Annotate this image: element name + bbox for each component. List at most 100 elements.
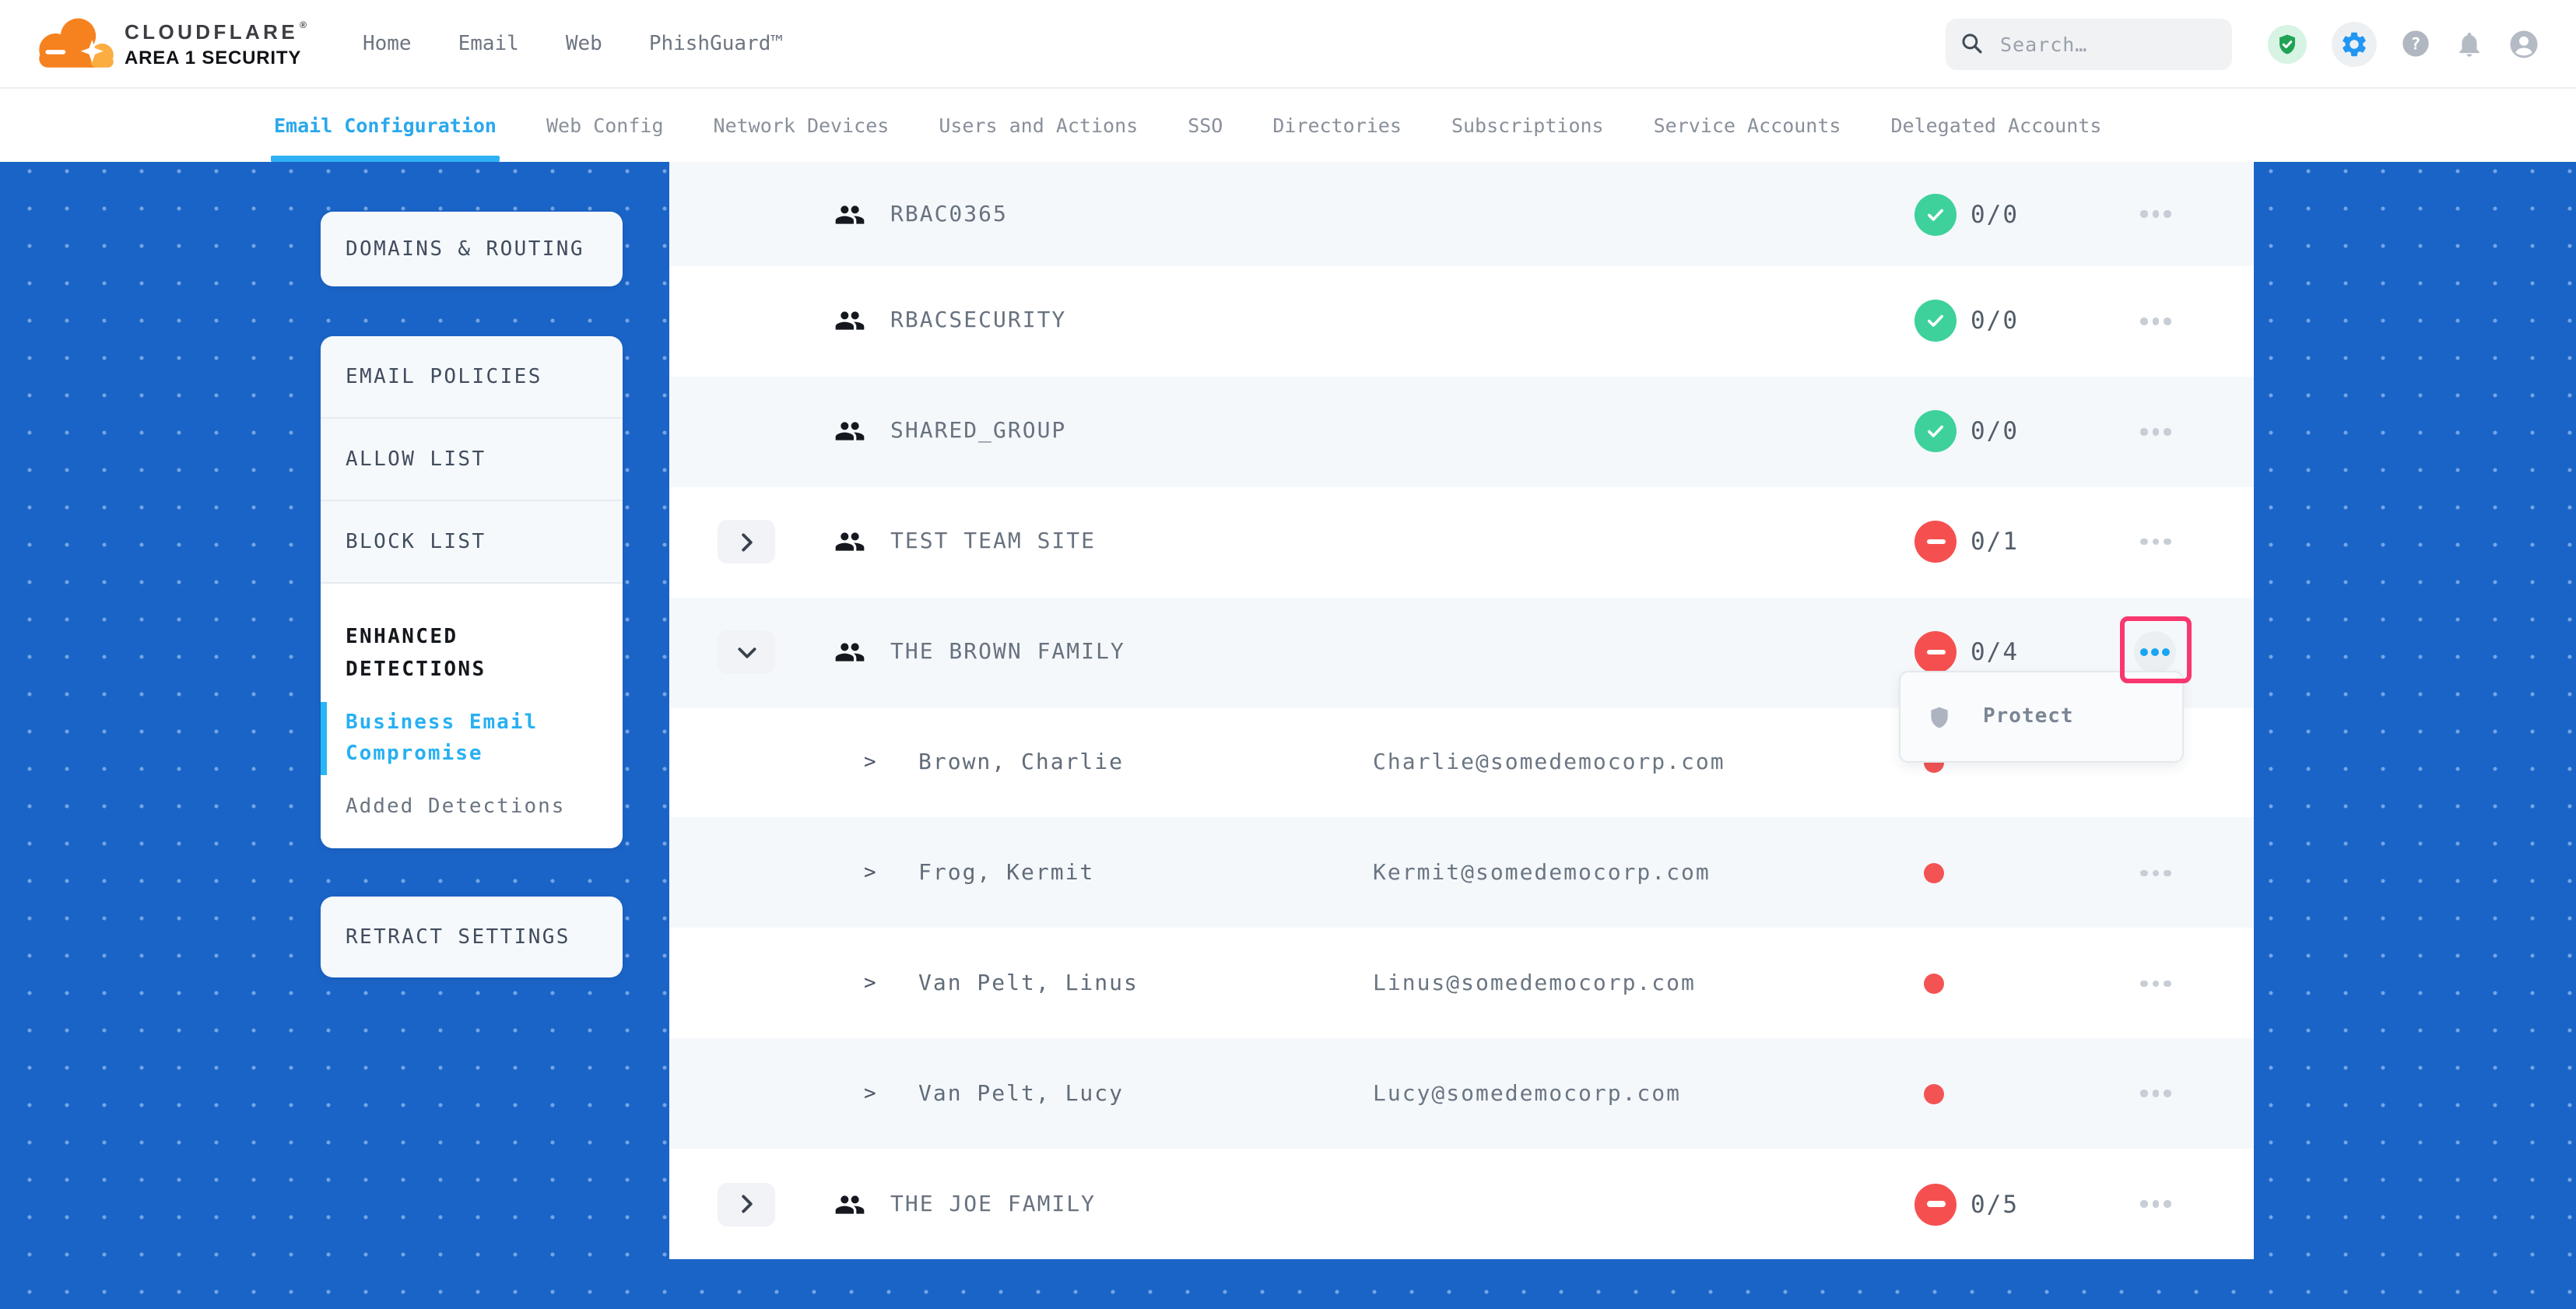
status-alert-dot [1924,863,1944,883]
tab-network-devices[interactable]: Network Devices [714,87,890,162]
sidebar-card-retract-settings: RETRACT SETTINGS [321,897,623,977]
group-name: THE JOE FAMILY [890,1191,1096,1216]
sidebar-item-allow-list[interactable]: ALLOW LIST [321,419,623,501]
sidebar-card-email-policies: EMAIL POLICIES ALLOW LIST BLOCK LIST ENH… [321,336,623,848]
group-row: THE JOE FAMILY 0/5 [669,1149,2254,1259]
group-icon [834,416,865,447]
member-name: Brown, Charlie [918,750,1124,775]
row-menu-button[interactable] [2126,1174,2185,1234]
cloudflare-logo[interactable]: CLOUDFLARE® AREA 1 SECURITY [0,17,307,70]
search-icon [1961,33,1983,54]
member-count: 0/5 [1971,1190,2019,1218]
user-avatar-icon[interactable] [2508,27,2540,60]
expand-button[interactable] [718,630,775,674]
member-count: 0/0 [1971,418,2019,446]
group-icon [834,306,865,337]
row-menu-button[interactable] [2126,954,2185,1013]
sidebar-item-business-email-compromise[interactable]: Business Email Compromise [346,708,598,769]
tab-service-accounts[interactable]: Service Accounts [1654,87,1841,162]
brand-subtitle: AREA 1 SECURITY [125,47,307,66]
status-ok-icon [1914,411,1957,453]
help-icon[interactable]: ? [2400,28,2431,59]
top-nav-web[interactable]: Web [566,32,602,55]
shield-check-icon[interactable] [2268,24,2307,63]
row-menu-button[interactable] [2126,292,2185,351]
row-menu-button[interactable] [2126,402,2185,461]
sidebar-item-email-policies[interactable]: EMAIL POLICIES [321,336,623,419]
tab-bar: Email Configuration Web Config Network Dev… [0,87,2576,162]
sidebar-item-retract-settings[interactable]: RETRACT SETTINGS [321,897,623,977]
member-row: >Van Pelt, LinusLinus@somedemocorp.com [669,928,2254,1039]
row-menu-button[interactable] [2134,631,2176,673]
expand-button[interactable] [718,520,775,563]
app-root: CLOUDFLARE® AREA 1 SECURITY Home Email Web… [0,0,2576,1309]
sidebar-item-domains-routing[interactable]: DOMAINS & ROUTING [321,212,623,286]
tab-web-config[interactable]: Web Config [546,87,664,162]
svg-text:?: ? [2410,35,2420,54]
top-header: CLOUDFLARE® AREA 1 SECURITY Home Email Web… [0,0,2576,89]
protect-menu-item[interactable]: Protect [1900,672,2182,761]
sidebar-item-added-detections[interactable]: Added Detections [346,792,598,823]
status-ok-icon [1914,300,1957,342]
status-ok-icon [1914,193,1957,235]
group-name: THE BROWN FAMILY [890,640,1125,665]
cloudflare-cloud-icon [33,17,114,70]
top-nav-phishguard[interactable]: PhishGuard™ [649,32,783,55]
row-menu-button[interactable] [2126,844,2185,903]
top-nav-home[interactable]: Home [363,32,412,55]
sidebar-card-domains-routing: DOMAINS & ROUTING [321,212,623,286]
member-chevron-icon[interactable]: > [864,751,876,774]
shield-icon [1927,704,1952,729]
member-chevron-icon[interactable]: > [864,972,876,995]
status-blocked-icon [1914,1183,1957,1225]
group-icon [834,526,865,557]
expand-button[interactable] [718,1182,775,1226]
member-name: Van Pelt, Linus [918,971,1139,996]
member-email: Kermit@somedemocorp.com [1373,861,1711,886]
sidebar-section-enhanced-detections: ENHANCED DETECTIONS Business Email Compr… [321,584,623,848]
member-row: > Van Pelt, Lucy Lucy@somedemocorp.com [669,1038,2254,1149]
group-icon [834,637,865,668]
group-row: RBAC0365 0/0 [669,162,2254,266]
member-row: >Frog, KermitKermit@somedemocorp.com [669,818,2254,928]
row-menu-button[interactable] [2126,184,2185,244]
tab-subscriptions[interactable]: Subscriptions [1451,87,1604,162]
protect-menu-label: Protect [1983,705,2074,728]
member-email: Charlie@somedemocorp.com [1373,750,1725,775]
sidebar-item-enhanced-detections[interactable]: ENHANCED DETECTIONS [346,621,598,686]
sidebar-item-block-list[interactable]: BLOCK LIST [321,501,623,584]
search-box[interactable] [1946,18,2232,69]
tab-email-configuration[interactable]: Email Configuration [274,87,497,162]
member-chevron-icon[interactable]: > [864,1082,876,1105]
member-count: 0/0 [1971,200,2019,228]
tab-users-and-actions[interactable]: Users and Actions [939,87,1138,162]
member-count: 0/4 [1971,638,2019,666]
group-row: SHARED_GROUP 0/0 [669,377,2254,487]
notifications-bell-icon[interactable] [2455,29,2484,58]
group-row: RBACSECURITY 0/0 [669,266,2254,377]
settings-gear-icon[interactable] [2332,21,2377,66]
member-email: Lucy@somedemocorp.com [1373,1081,1681,1106]
member-count: 0/0 [1971,307,2019,335]
group-name: RBACSECURITY [890,309,1066,334]
group-row: TEST TEAM SITE 0/1 [669,487,2254,598]
top-nav: Home Email Web PhishGuard™ [363,32,783,55]
row-menu-button[interactable] [2126,512,2185,571]
tab-directories[interactable]: Directories [1272,87,1402,162]
member-count: 0/1 [1971,528,2019,556]
group-name: SHARED_GROUP [890,419,1066,444]
tab-sso[interactable]: SSO [1188,87,1223,162]
member-name: Van Pelt, Lucy [918,1081,1124,1106]
group-name: RBAC0365 [890,202,1008,226]
status-alert-dot [1924,1083,1944,1104]
search-input[interactable] [1997,30,2174,57]
top-nav-email[interactable]: Email [458,32,519,55]
group-icon [834,1188,865,1220]
tab-delegated-accounts[interactable]: Delegated Accounts [1890,87,2101,162]
group-name: TEST TEAM SITE [890,529,1096,554]
row-menu-button[interactable] [2126,1064,2185,1123]
status-blocked-icon [1914,631,1957,673]
member-chevron-icon[interactable]: > [864,862,876,885]
brand-name: CLOUDFLARE® [125,21,307,41]
status-blocked-icon [1914,521,1957,563]
